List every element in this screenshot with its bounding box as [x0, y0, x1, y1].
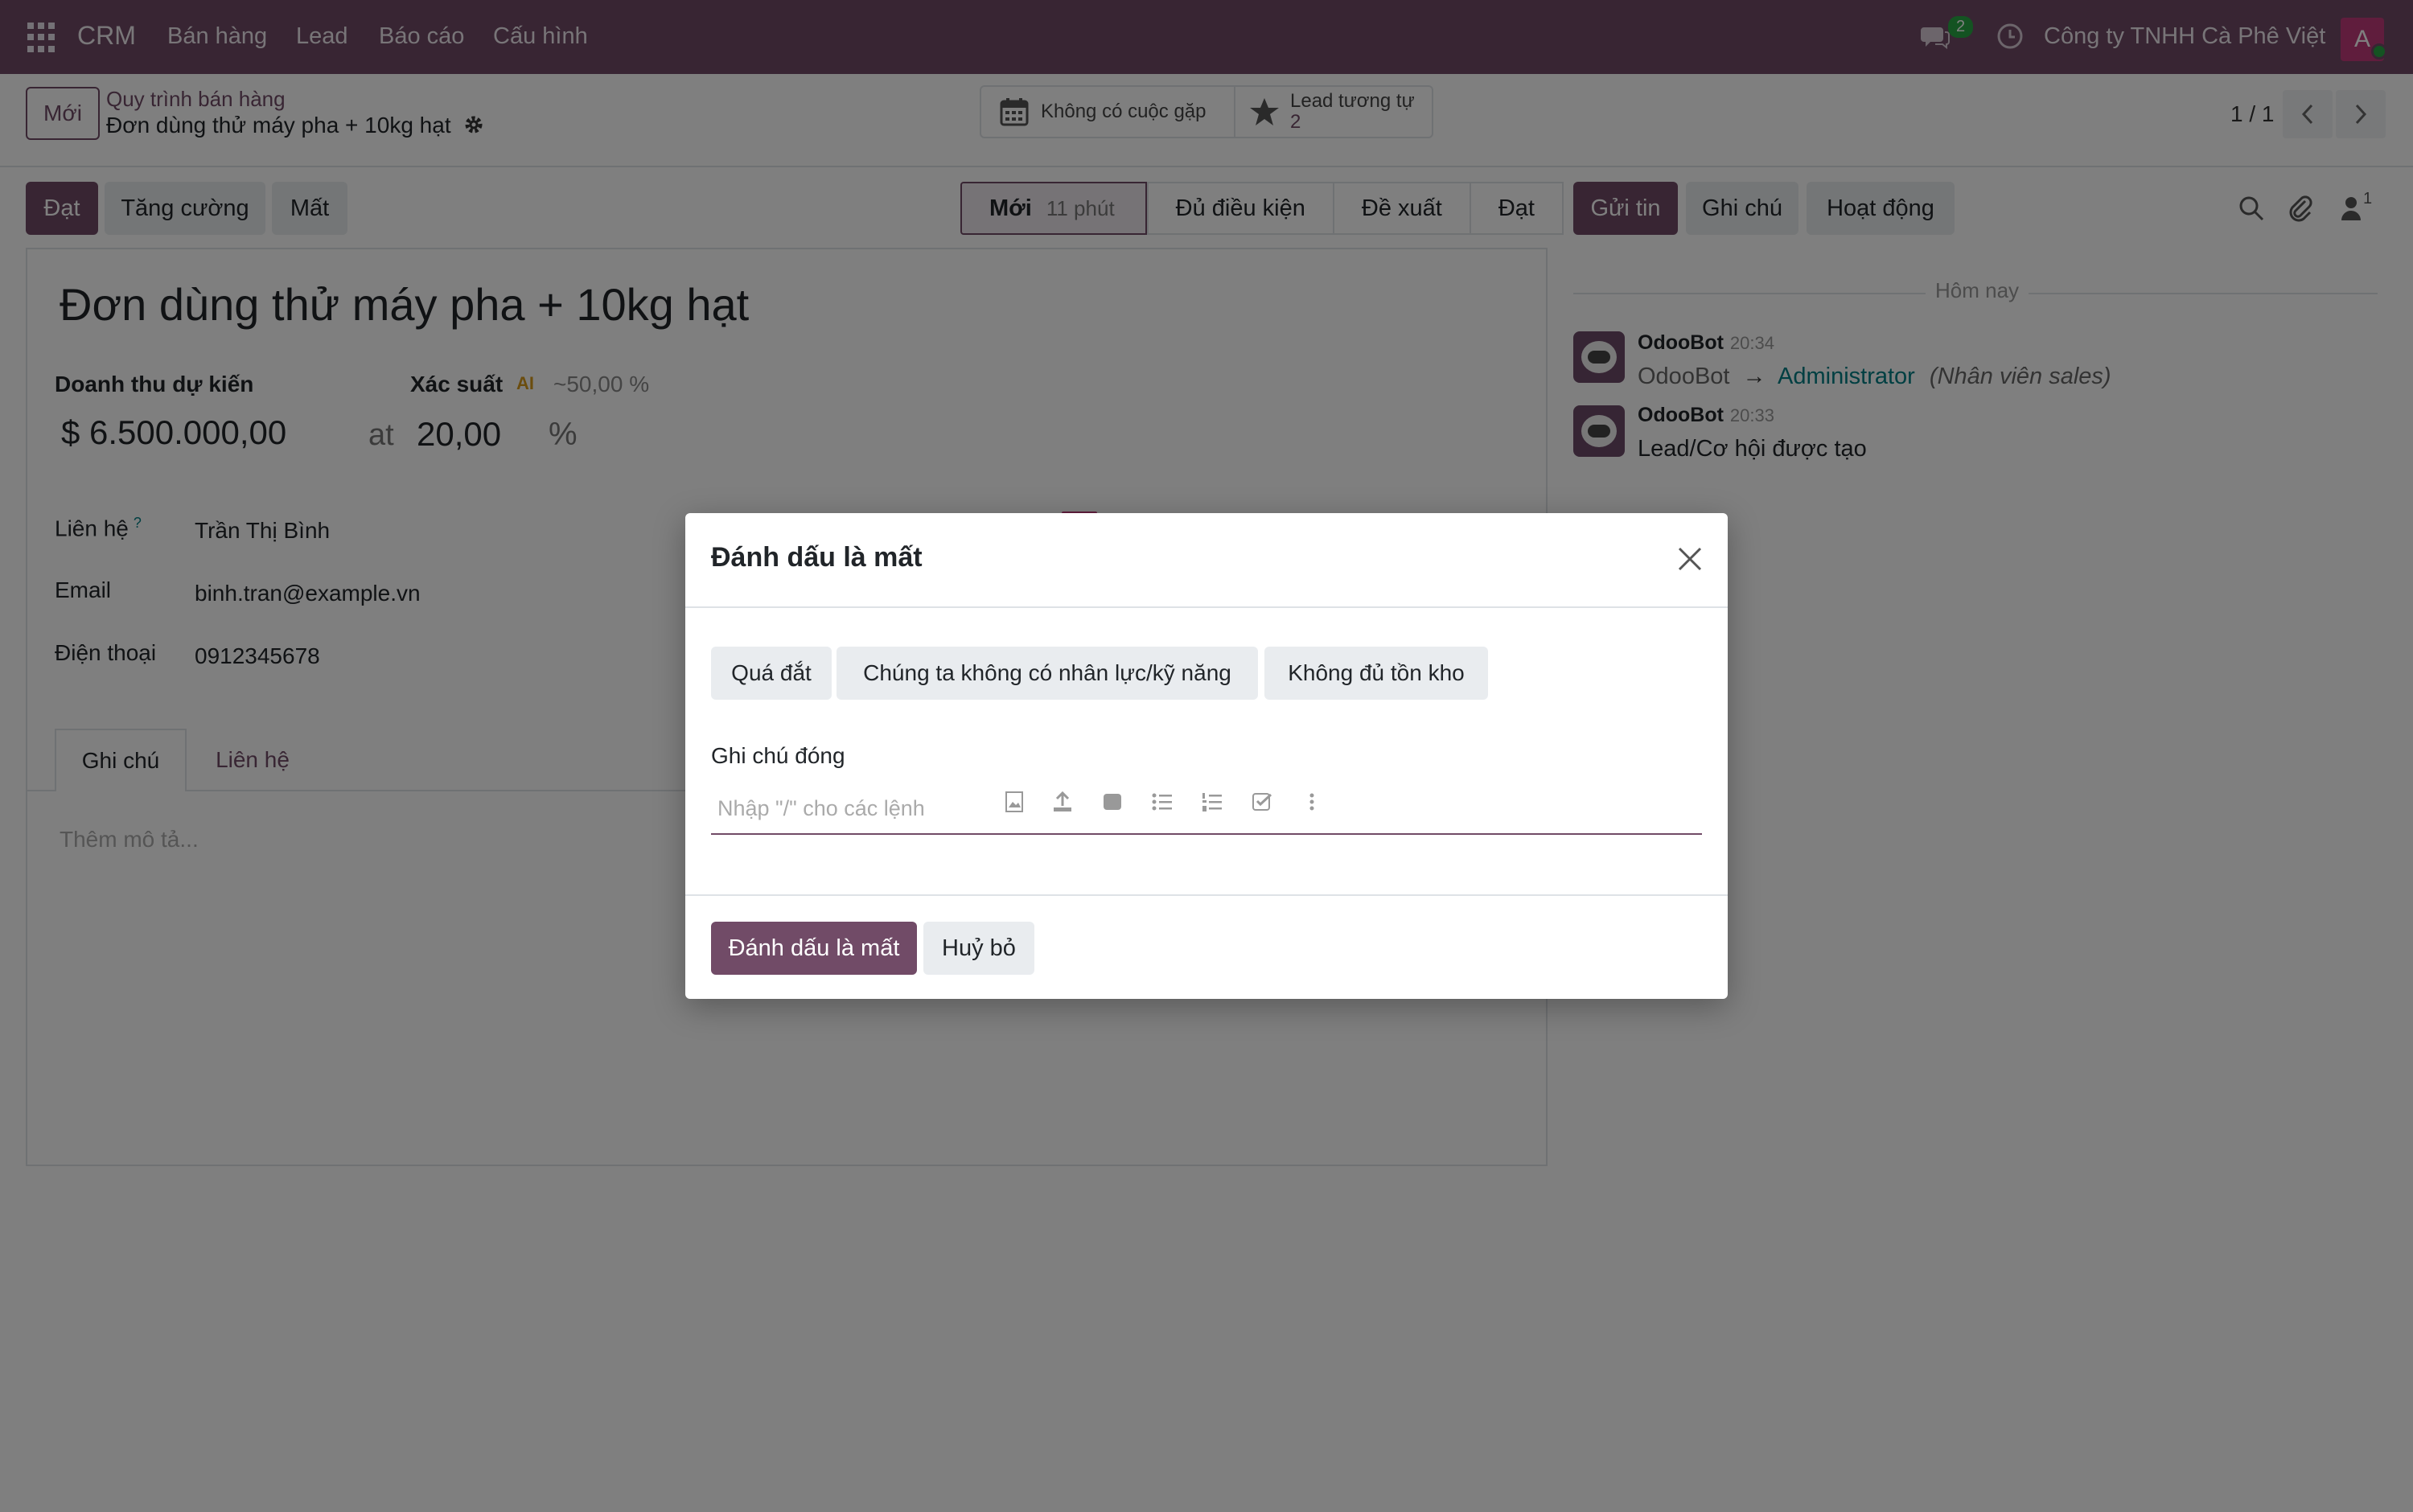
closing-note-label: Ghi chú đóng — [711, 743, 845, 768]
lost-reason-out-of-stock[interactable]: Không đủ tồn kho — [1264, 647, 1488, 700]
closing-note-editor[interactable]: Nhập "/" cho các lệnh — [717, 796, 991, 821]
mark-lost-dialog: Đánh dấu là mất Quá đắt Chúng ta không c… — [685, 513, 1728, 999]
bullet-list-icon[interactable] — [1150, 790, 1174, 814]
cancel-button[interactable]: Huỷ bỏ — [923, 922, 1034, 975]
confirm-mark-lost-button[interactable]: Đánh dấu là mất — [711, 922, 917, 975]
more-vertical-icon[interactable] — [1300, 790, 1324, 814]
checklist-icon[interactable] — [1250, 790, 1274, 814]
lost-reason-no-skills[interactable]: Chúng ta không có nhân lực/kỹ năng — [837, 647, 1258, 700]
lost-reason-too-expensive[interactable]: Quá đắt — [711, 647, 832, 700]
editor-underline — [711, 833, 1702, 835]
video-icon[interactable] — [1100, 790, 1124, 814]
dialog-title: Đánh dấu là mất — [711, 542, 923, 573]
dialog-header: Đánh dấu là mất — [685, 513, 1728, 608]
dialog-footer: Đánh dấu là mất Huỷ bỏ — [685, 894, 1728, 999]
image-icon[interactable] — [1002, 790, 1026, 814]
upload-icon[interactable] — [1050, 790, 1075, 814]
close-icon[interactable] — [1676, 545, 1704, 573]
numbered-list-icon[interactable] — [1200, 790, 1224, 814]
